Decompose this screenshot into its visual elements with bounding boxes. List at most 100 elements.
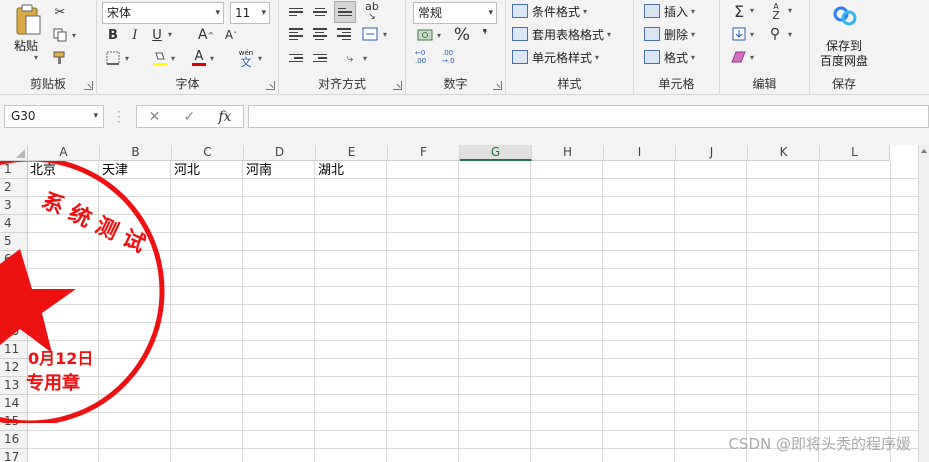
font-launcher-icon[interactable] [266, 81, 275, 90]
clipboard-launcher-icon[interactable] [84, 81, 93, 90]
column-header-h[interactable]: H [532, 145, 604, 161]
find-select-icon[interactable]: ⚲ [766, 25, 784, 43]
border-icon[interactable] [105, 50, 121, 66]
align-bottom-icon[interactable] [334, 1, 356, 23]
fill-dropdown-icon[interactable]: ▾ [750, 30, 754, 39]
underline-button[interactable]: U [149, 26, 165, 44]
format-button[interactable]: 格式 ▾ [644, 47, 695, 67]
number-format-combo[interactable]: 常规 ▾ [413, 2, 497, 24]
sort-filter-icon[interactable]: AZ [766, 1, 786, 21]
decrease-decimal-icon[interactable]: .00 →.0 [442, 49, 462, 65]
column-header-f[interactable]: F [388, 145, 460, 161]
orientation-icon[interactable]: ab ↘ [361, 1, 383, 22]
row-header-16[interactable]: 16 [0, 431, 28, 449]
number-group-label: 数字 [443, 77, 468, 91]
paste-dropdown-icon[interactable]: ▾ [34, 53, 38, 62]
percent-button[interactable]: % [453, 25, 471, 45]
grow-font-button[interactable]: A ^ [196, 26, 216, 44]
cell-e1[interactable]: 湖北 [318, 162, 344, 179]
sort-dropdown-icon[interactable]: ▾ [788, 6, 792, 15]
copy-icon[interactable] [52, 27, 68, 43]
scroll-up-icon[interactable] [921, 149, 927, 153]
insert-function-icon[interactable]: fx [218, 109, 231, 125]
fill-color-icon[interactable] [151, 48, 169, 68]
cancel-icon[interactable]: ✕ [149, 109, 161, 125]
border-dropdown-icon[interactable]: ▾ [125, 54, 129, 63]
chevron-down-icon[interactable]: ▾ [488, 3, 493, 23]
chevron-down-icon[interactable]: ▾ [93, 106, 98, 127]
column-header-e[interactable]: E [316, 145, 388, 161]
watermark: CSDN @即将头秃的程序媛 [728, 435, 911, 453]
font-name-combo[interactable]: 宋体 ▾ [102, 2, 224, 24]
underline-dropdown-icon[interactable]: ▾ [168, 30, 172, 39]
clear-dropdown-icon[interactable]: ▾ [750, 53, 754, 62]
column-header-i[interactable]: I [604, 145, 676, 161]
currency-dropdown-icon[interactable]: ▾ [437, 31, 441, 40]
merge-dropdown-icon[interactable]: ▾ [383, 30, 387, 39]
column-header-g[interactable]: G [460, 145, 532, 161]
currency-icon[interactable] [415, 27, 435, 43]
name-box[interactable]: G30 ▾ [4, 105, 104, 128]
cell-styles-button[interactable]: 单元格样式 ▾ [512, 47, 599, 67]
column-header-a[interactable]: A [28, 145, 100, 161]
select-all-corner[interactable] [0, 145, 28, 161]
italic-button[interactable]: I [127, 26, 143, 44]
increase-decimal-icon[interactable]: ←0.00 [415, 49, 435, 65]
formula-input[interactable] [248, 105, 929, 128]
find-dropdown-icon[interactable]: ▾ [788, 30, 792, 39]
font-color-icon[interactable]: A [191, 48, 207, 68]
autosum-button[interactable]: Σ [730, 1, 748, 21]
more-icon[interactable]: · · · [117, 106, 121, 128]
column-header-d[interactable]: D [244, 145, 316, 161]
chevron-down-icon[interactable]: ▾ [215, 3, 220, 23]
delete-button[interactable]: 删除 ▾ [644, 24, 695, 44]
autosum-dropdown-icon[interactable]: ▾ [750, 6, 754, 15]
column-header-j[interactable]: J [676, 145, 748, 161]
column-header-c[interactable]: C [172, 145, 244, 161]
cell-styles-label: 单元格样式 [532, 50, 593, 65]
font-color-dropdown-icon[interactable]: ▾ [210, 54, 214, 63]
column-header-k[interactable]: K [748, 145, 820, 161]
column-header-b[interactable]: B [100, 145, 172, 161]
wrap-text-icon[interactable]: ⤷ [341, 50, 359, 66]
clear-icon[interactable] [730, 48, 748, 66]
cell-d1[interactable]: 河南 [246, 162, 272, 179]
bold-button[interactable]: B [105, 26, 121, 44]
wrap-dropdown-icon[interactable]: ▾ [363, 54, 367, 63]
decrease-indent-icon[interactable] [287, 50, 305, 66]
conditional-formatting-button[interactable]: 条件格式 ▾ [512, 1, 587, 21]
font-size-combo[interactable]: 11 ▾ [230, 2, 270, 24]
merge-center-icon[interactable] [361, 26, 379, 42]
align-middle-icon[interactable] [311, 4, 329, 20]
alignment-launcher-icon[interactable] [393, 81, 402, 90]
phonetic-dropdown-icon[interactable]: ▾ [258, 54, 262, 63]
fill-down-icon[interactable] [730, 25, 748, 43]
copy-dropdown-icon[interactable]: ▾ [72, 31, 76, 40]
increase-indent-icon[interactable] [311, 50, 329, 66]
paste-icon[interactable] [14, 4, 42, 36]
fill-color-dropdown-icon[interactable]: ▾ [171, 54, 175, 63]
format-painter-icon[interactable] [52, 50, 68, 66]
align-left-icon[interactable] [287, 26, 305, 42]
save-to-cloud-button-line2[interactable]: 百度网盘 [810, 52, 878, 69]
comma-button[interactable]: ❜ [477, 25, 493, 45]
insert-button[interactable]: 插入 ▾ [644, 1, 695, 21]
column-header-l[interactable]: L [820, 145, 890, 161]
vertical-scrollbar[interactable] [918, 145, 929, 462]
delete-icon [644, 27, 660, 41]
align-center-icon[interactable] [311, 26, 329, 42]
align-right-icon[interactable] [335, 26, 353, 42]
sort-filter-glyph: Z [772, 9, 780, 22]
chevron-down-icon[interactable]: ▾ [261, 3, 266, 23]
baidu-cloud-icon[interactable] [832, 5, 858, 27]
enter-icon[interactable]: ✓ [183, 109, 195, 125]
cut-icon[interactable]: ✂ [52, 4, 68, 20]
number-launcher-icon[interactable] [493, 81, 502, 90]
cell-c1[interactable]: 河北 [174, 162, 200, 179]
align-top-icon[interactable] [287, 4, 305, 20]
row-header-17[interactable]: 17 [0, 449, 28, 462]
shrink-font-button[interactable]: Aˇ [221, 26, 241, 44]
phonetic-icon[interactable]: wén 文 [237, 48, 255, 68]
paste-button[interactable]: 粘贴 [14, 37, 38, 54]
format-as-table-button[interactable]: 套用表格格式 ▾ [512, 24, 611, 44]
